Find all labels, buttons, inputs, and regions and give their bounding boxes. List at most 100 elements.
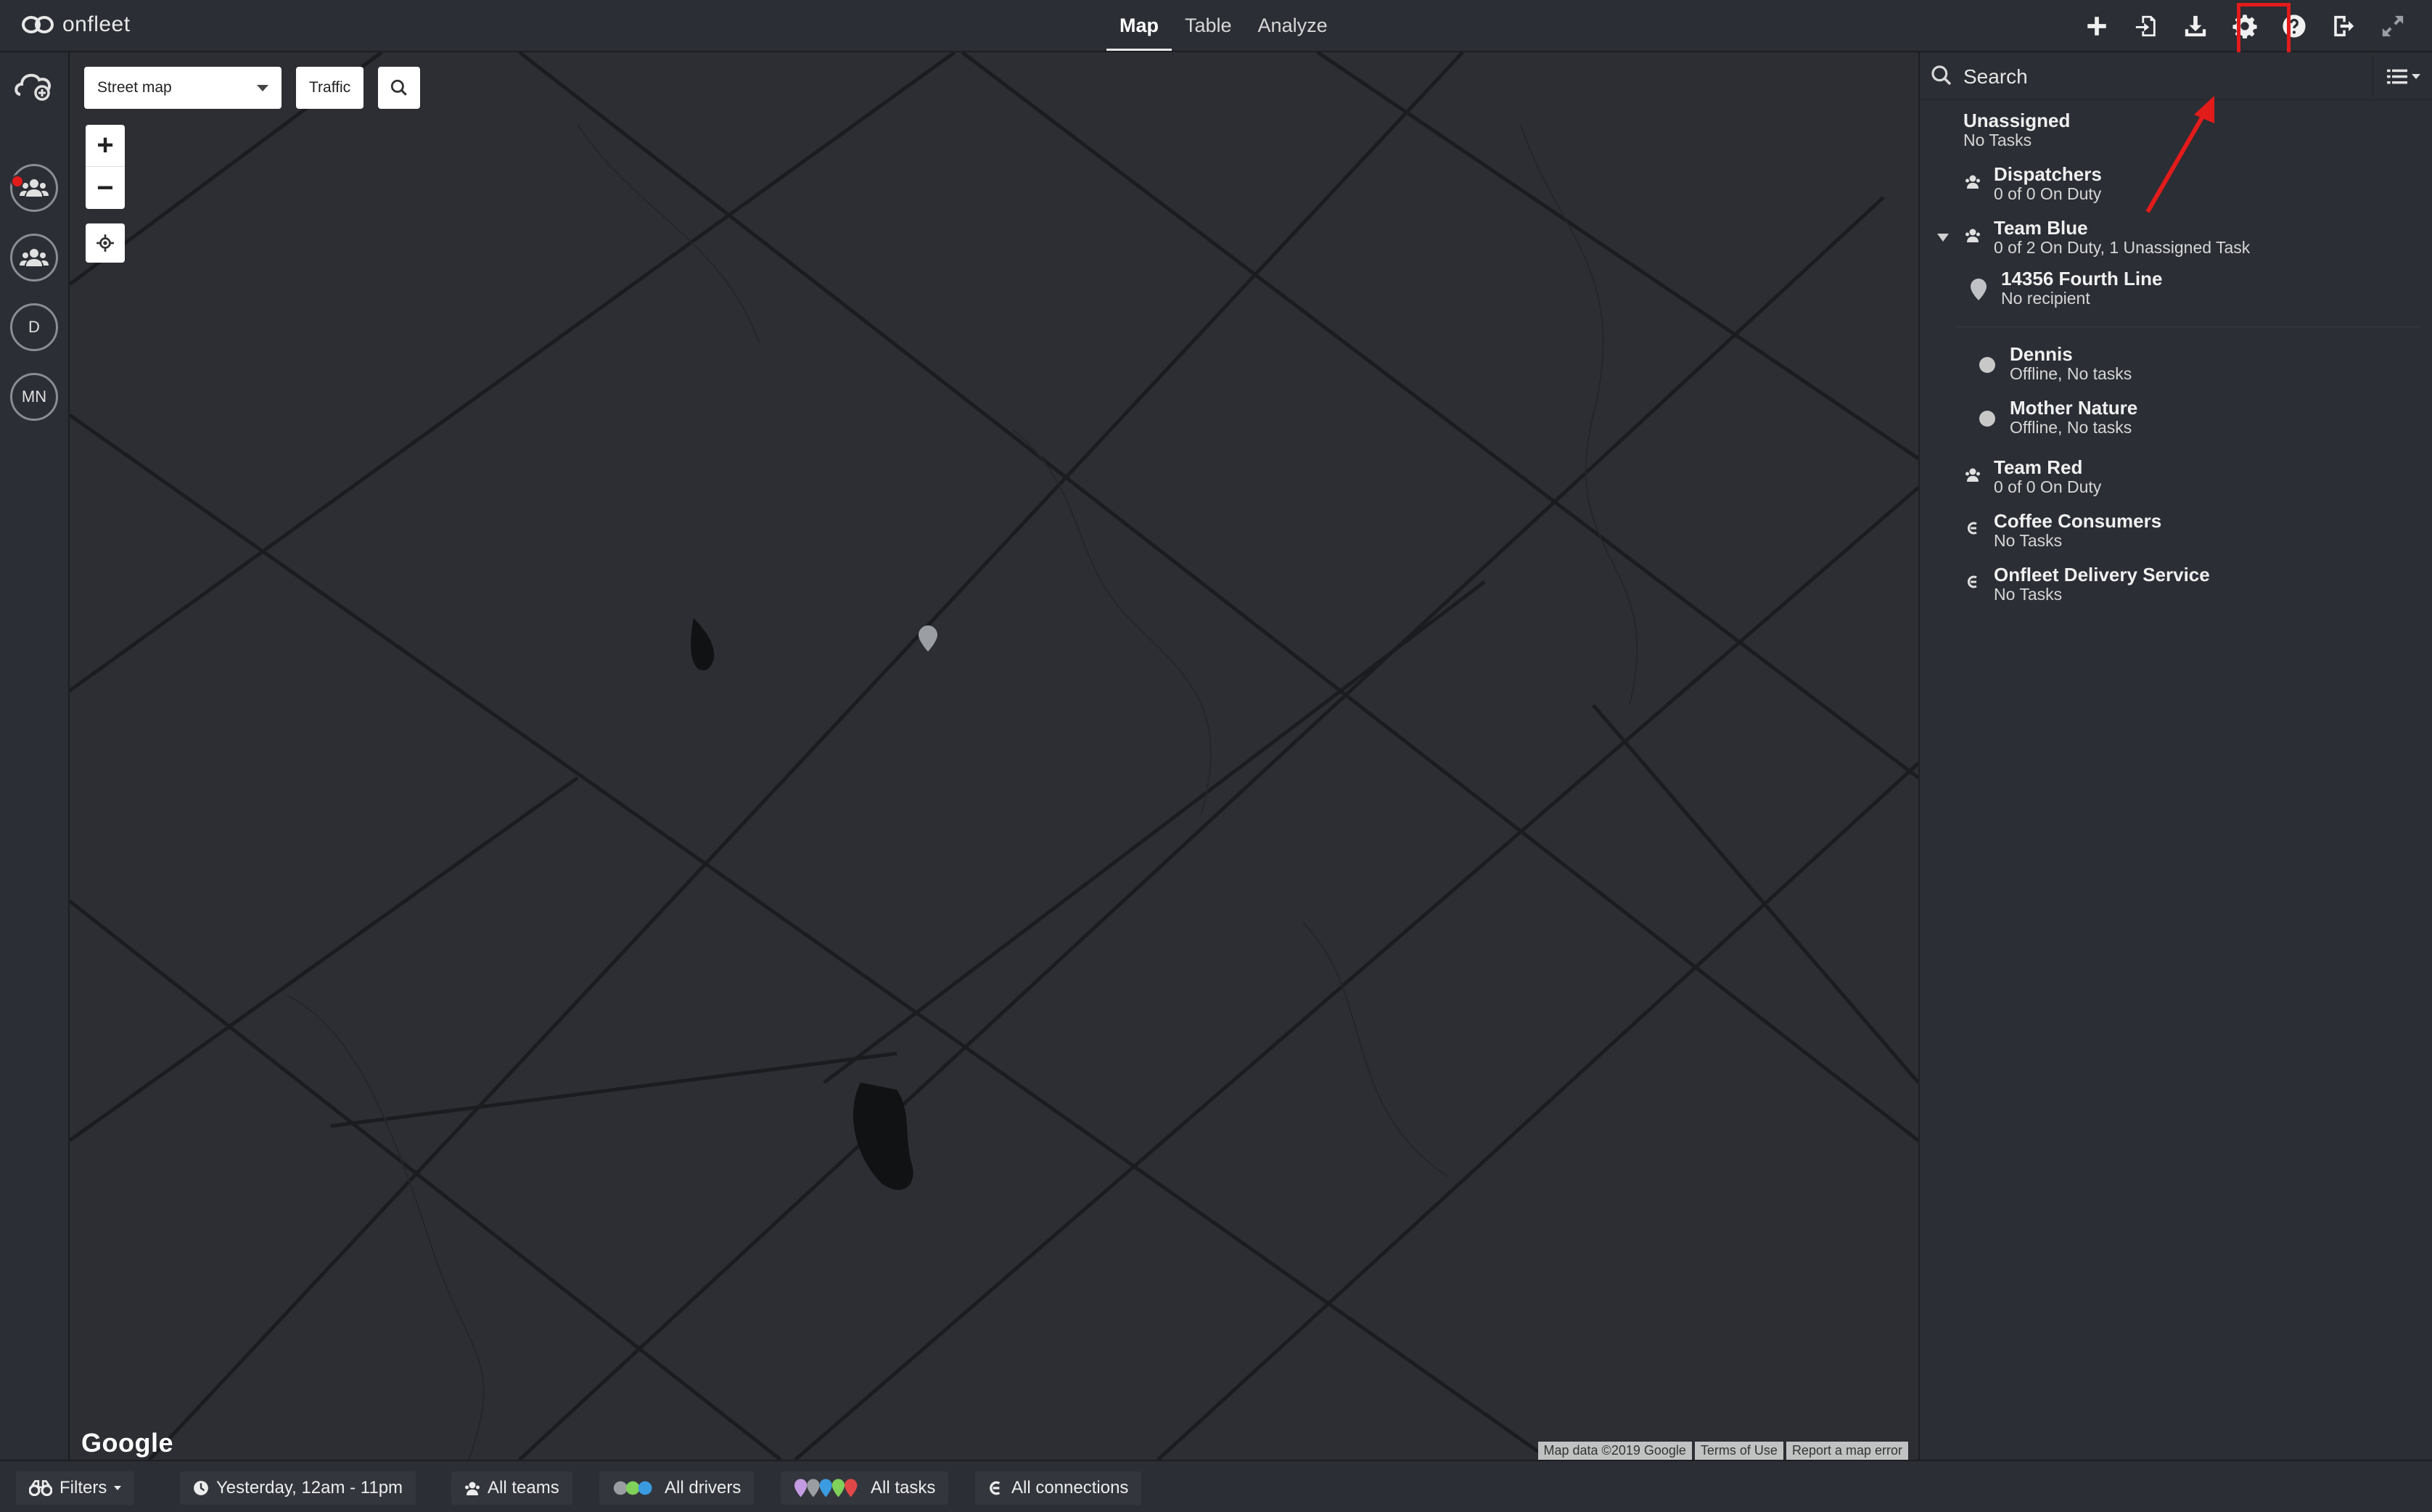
filters-button[interactable]: Filters — [16, 1471, 135, 1505]
logout-button[interactable] — [2319, 6, 2368, 46]
tab-map[interactable]: Map — [1106, 0, 1172, 51]
tab-table[interactable]: Table — [1172, 0, 1245, 51]
list-item-team-blue[interactable]: Team Blue 0 of 2 On Duty, 1 Unassigned T… — [1994, 218, 2250, 257]
list-item-task[interactable]: 14356 Fourth Line No recipient — [2001, 268, 2163, 308]
team-icon — [20, 179, 49, 197]
drivers-filter-label: All drivers — [665, 1478, 741, 1497]
chevron-down-icon — [114, 1486, 122, 1490]
team-icon — [20, 249, 49, 266]
zoom-controls: + − — [86, 125, 125, 209]
logout-icon — [2334, 15, 2354, 37]
item-subtitle: No Tasks — [1994, 585, 2063, 604]
top-toolbar — [2072, 6, 2417, 46]
team-icon — [1965, 229, 1980, 242]
list-item-unassigned[interactable]: Unassigned No Tasks — [1963, 110, 2070, 149]
map-type-value: Street map — [97, 79, 172, 96]
right-panel: Unassigned No Tasks Dispatchers 0 of 0 O… — [1918, 52, 2432, 1460]
rail-driver-mother-nature[interactable]: MN — [10, 373, 58, 421]
pin-icon — [1971, 279, 1987, 300]
time-filter-label: Yesterday, 12am - 11pm — [216, 1478, 403, 1497]
top-bar: onfleet Map Table Analyze — [0, 0, 2432, 52]
time-filter-button[interactable]: Yesterday, 12am - 11pm — [180, 1471, 416, 1505]
fullscreen-button[interactable] — [2368, 6, 2417, 46]
connections-filter-button[interactable]: All connections — [975, 1471, 1142, 1505]
divider — [1956, 326, 2420, 327]
item-title: Onfleet Delivery Service — [1994, 564, 2210, 586]
item-subtitle: No recipient — [2001, 289, 2090, 308]
list-item-team-red[interactable]: Team Red 0 of 0 On Duty — [1994, 457, 2101, 496]
item-title: Dispatchers — [1994, 163, 2102, 185]
traffic-button[interactable]: Traffic — [296, 67, 364, 109]
terms-of-use-link[interactable]: Terms of Use — [1694, 1442, 1783, 1460]
map-view[interactable]: Street map Traffic + − Google Map data ©… — [70, 52, 1918, 1460]
item-subtitle: 0 of 0 On Duty — [1994, 184, 2102, 203]
rail-team-button[interactable] — [10, 234, 58, 282]
filters-label: Filters — [59, 1478, 107, 1497]
list-item-coffee-consumers[interactable]: Coffee Consumers No Tasks — [1994, 511, 2161, 550]
item-subtitle: No Tasks — [1994, 531, 2063, 550]
item-subtitle: Offline, No tasks — [2010, 418, 2132, 437]
team-icon — [465, 1482, 480, 1495]
download-button[interactable] — [2171, 6, 2220, 46]
connection-icon — [1967, 575, 1977, 588]
teams-filter-button[interactable]: All teams — [451, 1471, 572, 1505]
app-name: onfleet — [62, 12, 131, 36]
tasks-filter-label: All tasks — [871, 1478, 936, 1497]
search-input[interactable] — [1963, 61, 2370, 93]
help-icon — [2283, 15, 2306, 38]
map-roads — [70, 52, 1918, 1460]
list-view-button[interactable] — [2373, 55, 2432, 97]
item-title: Dennis — [2010, 343, 2073, 365]
list-item-onfleet-delivery-service[interactable]: Onfleet Delivery Service No Tasks — [1994, 564, 2210, 604]
item-subtitle: 0 of 2 On Duty, 1 Unassigned Task — [1994, 238, 2251, 257]
notification-dot — [11, 175, 24, 188]
settings-button[interactable] — [2220, 6, 2269, 46]
report-map-error-link[interactable]: Report a map error — [1786, 1442, 1908, 1460]
rail-driver-dennis[interactable]: D — [10, 303, 58, 351]
teams-filter-label: All teams — [488, 1478, 559, 1497]
download-icon — [2185, 15, 2206, 37]
zoom-in-button[interactable]: + — [86, 125, 125, 167]
map-search-button[interactable] — [378, 67, 421, 109]
import-button[interactable] — [2121, 6, 2171, 46]
collapse-caret-icon[interactable] — [1937, 234, 1949, 242]
item-title: Team Red — [1994, 456, 2083, 478]
map-controls: Street map Traffic — [84, 67, 421, 109]
rail-team-button[interactable] — [10, 164, 58, 212]
plus-icon — [2087, 17, 2106, 36]
chevron-down-icon — [2411, 73, 2420, 79]
map-data-credit[interactable]: Map data ©2019 Google — [1537, 1442, 1692, 1460]
help-button[interactable] — [2269, 6, 2319, 46]
add-chat-button[interactable] — [13, 68, 55, 102]
list-item-dispatchers[interactable]: Dispatchers 0 of 0 On Duty — [1994, 164, 2102, 203]
tab-analyze[interactable]: Analyze — [1245, 0, 1341, 51]
drivers-filter-button[interactable]: All drivers — [599, 1471, 755, 1505]
connection-icon — [1967, 522, 1977, 535]
chevron-down-icon — [257, 84, 268, 91]
task-location-pin-icon[interactable] — [919, 625, 937, 652]
gear-icon — [2232, 15, 2257, 38]
map-type-select[interactable]: Street map — [84, 67, 282, 109]
tasks-filter-button[interactable]: All tasks — [781, 1471, 949, 1505]
search-icon — [1931, 65, 1952, 86]
status-dot-icon — [1979, 357, 1995, 373]
item-title: Mother Nature — [2010, 397, 2138, 419]
import-icon — [2135, 15, 2156, 37]
item-subtitle: No Tasks — [1963, 131, 2032, 149]
list-item-driver-mother-nature[interactable]: Mother Nature Offline, No tasks — [2010, 398, 2137, 437]
search-icon — [391, 79, 408, 96]
list-item-driver-dennis[interactable]: Dennis Offline, No tasks — [2010, 344, 2132, 383]
create-task-button[interactable] — [2072, 6, 2121, 46]
filter-bar: Filters Yesterday, 12am - 11pm All teams… — [0, 1460, 2432, 1512]
panel-search — [1920, 52, 2432, 100]
onfleet-logo[interactable]: onfleet — [22, 10, 131, 39]
add-chat-icon — [15, 73, 52, 101]
connection-icon — [990, 1481, 1001, 1495]
clock-icon — [194, 1481, 208, 1495]
status-dot-icon — [1979, 411, 1995, 427]
zoom-out-button[interactable]: − — [86, 167, 125, 209]
google-logo: Google — [81, 1428, 173, 1458]
expand-icon — [2382, 15, 2404, 37]
locate-button[interactable] — [86, 223, 125, 263]
item-title: Coffee Consumers — [1994, 510, 2162, 532]
